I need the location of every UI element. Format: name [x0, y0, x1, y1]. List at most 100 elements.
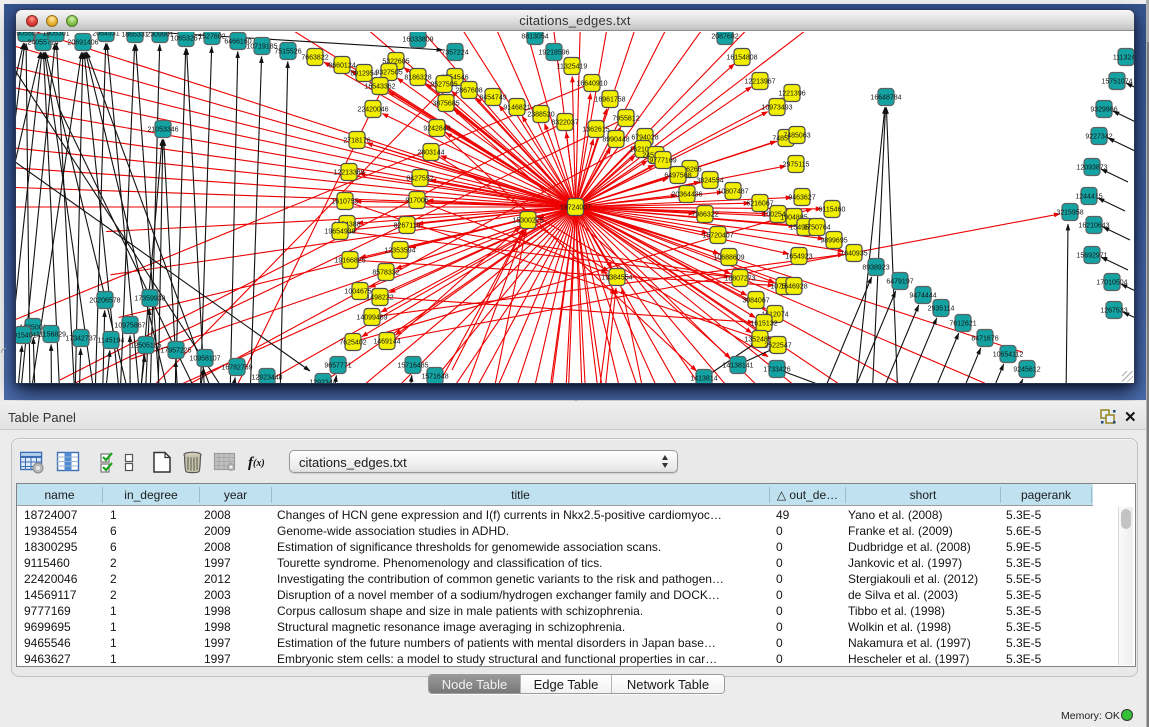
- svg-text:7612621: 7612621: [949, 320, 976, 327]
- svg-text:19166825: 19166825: [334, 257, 365, 264]
- svg-text:8578332: 8578332: [372, 269, 399, 276]
- svg-text:17359938: 17359938: [134, 295, 165, 302]
- svg-text:9657771: 9657771: [324, 362, 351, 369]
- svg-text:15751074: 15751074: [1101, 78, 1132, 85]
- svg-text:11325419: 11325419: [557, 63, 588, 70]
- svg-text:6216067: 6216067: [746, 200, 773, 207]
- svg-text:16154808: 16154808: [726, 54, 757, 61]
- svg-text:16961758: 16961758: [594, 96, 625, 103]
- svg-text:8186328: 8186328: [404, 74, 431, 81]
- svg-text:8454749: 8454749: [479, 94, 506, 101]
- svg-text:6479197: 6479197: [886, 278, 913, 285]
- svg-text:1640935: 1640935: [840, 250, 867, 257]
- svg-text:8322037: 8322037: [551, 119, 578, 126]
- svg-text:1244415: 1244415: [1075, 193, 1102, 200]
- svg-text:3824554: 3824554: [696, 177, 723, 184]
- svg-text:15692971: 15692971: [1076, 252, 1107, 259]
- svg-text:1469144: 1469144: [373, 338, 400, 345]
- svg-text:1571648: 1571648: [421, 373, 448, 380]
- svg-text:9474444: 9474444: [909, 292, 936, 299]
- svg-text:3215958: 3215958: [1056, 209, 1083, 216]
- svg-text:2388520: 2388520: [527, 111, 554, 118]
- svg-text:1865331: 1865331: [121, 32, 148, 38]
- svg-text:2087682: 2087682: [711, 33, 738, 40]
- svg-text:12923448: 12923448: [251, 374, 282, 381]
- svg-text:2718176: 2718176: [343, 137, 370, 144]
- svg-text:20691406: 20691406: [67, 39, 98, 46]
- svg-text:19384554: 19384554: [601, 274, 632, 281]
- svg-text:16640910: 16640910: [576, 80, 607, 87]
- svg-text:12213389: 12213389: [333, 169, 364, 176]
- svg-text:18807273: 18807273: [724, 275, 755, 282]
- svg-text:9899695: 9899695: [820, 237, 847, 244]
- svg-text:16543362: 16543362: [364, 83, 395, 90]
- svg-text:1654923: 1654923: [785, 253, 812, 260]
- svg-text:10653267: 10653267: [170, 35, 201, 42]
- svg-text:7986322: 7986322: [691, 211, 718, 218]
- svg-text:1615132: 1615132: [750, 320, 777, 327]
- svg-text:2803144: 2803144: [417, 149, 444, 156]
- svg-text:1221396: 1221396: [778, 90, 805, 97]
- svg-text:10975867: 10975867: [114, 322, 145, 329]
- svg-text:2064931: 2064931: [92, 32, 119, 37]
- svg-text:8938923: 8938923: [862, 264, 889, 271]
- svg-text:10807487: 10807487: [717, 188, 748, 195]
- svg-text:7515526: 7515526: [274, 48, 301, 55]
- svg-text:10973493: 10973493: [761, 104, 792, 111]
- svg-text:10719185: 10719185: [246, 43, 277, 50]
- svg-text:14099489: 14099489: [356, 314, 387, 321]
- svg-text:2975115: 2975115: [783, 161, 810, 168]
- svg-text:8990448: 8990448: [602, 136, 629, 143]
- svg-text:9329966: 9329966: [1090, 106, 1117, 113]
- svg-text:6497568: 6497568: [664, 172, 691, 179]
- svg-text:8660124: 8660124: [328, 62, 355, 69]
- svg-text:15720407: 15720407: [702, 232, 733, 239]
- svg-text:(x): (x): [253, 458, 265, 469]
- svg-text:917006: 917006: [405, 197, 428, 204]
- svg-text:17957225: 17957225: [160, 347, 191, 354]
- svg-text:1905301: 1905301: [42, 32, 69, 37]
- svg-text:7485063: 7485063: [783, 132, 810, 139]
- svg-text:12093873: 12093873: [1076, 164, 1107, 171]
- svg-text:8813054: 8813054: [521, 33, 548, 40]
- svg-text:1145194: 1145194: [98, 337, 125, 344]
- svg-text:10654112: 10654112: [993, 351, 1024, 358]
- svg-text:8267110: 8267110: [394, 222, 421, 229]
- svg-text:2867608: 2867608: [455, 87, 482, 94]
- svg-text:17010504: 17010504: [1096, 279, 1127, 286]
- svg-text:9777169: 9777169: [649, 157, 676, 164]
- svg-text:2935114: 2935114: [928, 305, 955, 312]
- svg-text:9527505: 9527505: [430, 81, 457, 88]
- svg-text:1113246: 1113246: [1113, 54, 1134, 61]
- svg-text:7625402: 7625402: [339, 339, 366, 346]
- svg-text:18724007: 18724007: [560, 204, 591, 211]
- svg-text:9750764: 9750764: [803, 224, 830, 231]
- svg-text:1267533: 1267533: [1100, 307, 1127, 314]
- svg-text:20364436: 20364436: [671, 191, 702, 198]
- svg-text:1362615: 1362615: [582, 126, 609, 133]
- svg-text:16210643: 16210643: [1078, 222, 1109, 229]
- svg-text:15300275: 15300275: [512, 217, 543, 224]
- svg-text:12505135: 12505135: [130, 342, 161, 349]
- svg-text:16782759: 16782759: [221, 364, 252, 371]
- svg-text:16648784: 16648784: [870, 94, 901, 101]
- svg-text:9115460: 9115460: [819, 206, 846, 213]
- svg-text:15716485: 15716485: [397, 362, 428, 369]
- svg-text:3875685: 3875685: [432, 100, 459, 107]
- svg-text:1498222: 1498222: [366, 294, 393, 301]
- svg-text:10688609: 10688609: [713, 254, 744, 261]
- svg-text:21053346: 21053346: [147, 126, 178, 133]
- svg-text:7357224: 7357224: [441, 49, 468, 56]
- svg-text:9245612: 9245612: [1013, 366, 1040, 373]
- svg-text:8427552: 8427552: [406, 175, 433, 182]
- svg-text:19654938: 19654938: [324, 228, 355, 235]
- svg-text:14138141: 14138141: [722, 362, 753, 369]
- svg-text:16033809: 16033809: [402, 36, 433, 43]
- svg-text:1733426: 1733426: [763, 366, 790, 373]
- svg-text:7955812: 7955812: [612, 115, 639, 122]
- svg-text:7663822: 7663822: [301, 54, 328, 61]
- svg-text:22420046: 22420046: [357, 106, 388, 113]
- svg-text:9463627: 9463627: [788, 194, 815, 201]
- svg-text:1292344: 1292344: [309, 379, 336, 383]
- svg-text:8471676: 8471676: [971, 335, 998, 342]
